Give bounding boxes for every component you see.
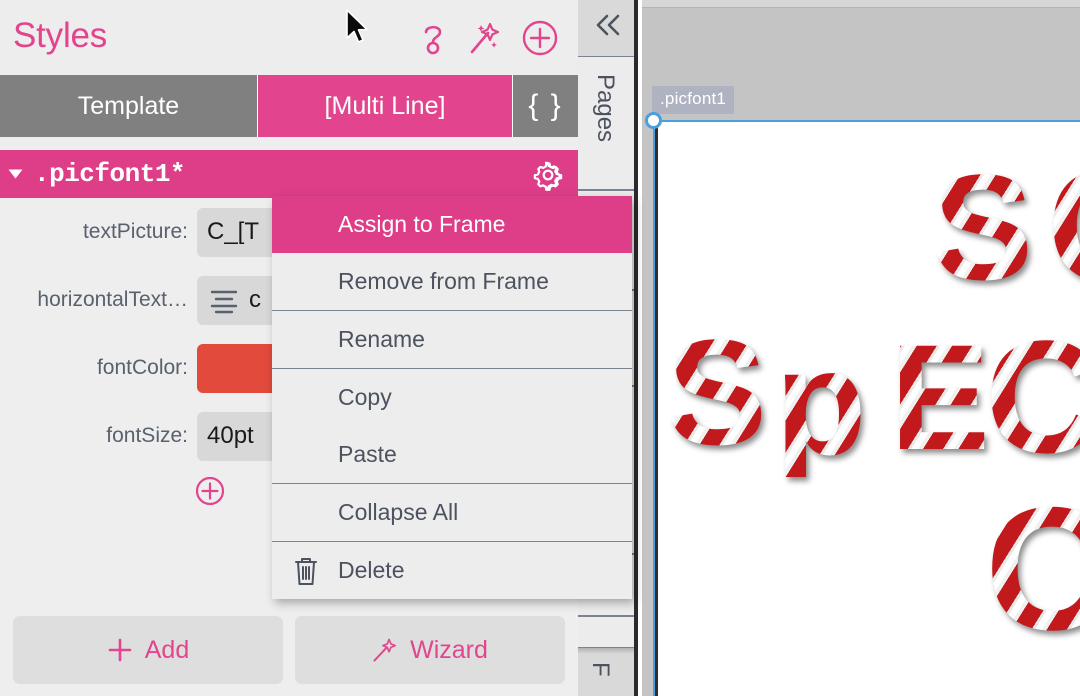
menu-item-delete-label: Delete: [338, 557, 405, 583]
menu-item-copy[interactable]: Copy: [272, 369, 632, 426]
gear-icon[interactable]: [532, 159, 564, 196]
candy-letter: S: [667, 308, 768, 476]
selection-handle[interactable]: [645, 112, 662, 129]
magic-wand-icon[interactable]: [469, 21, 501, 60]
property-label: fontColor:: [96, 356, 188, 379]
context-menu: Assign to Frame Remove from Frame Rename…: [272, 196, 632, 599]
page-title: Styles: [13, 16, 108, 55]
candy-letter: C: [985, 482, 1080, 657]
add-circle-icon[interactable]: [522, 20, 558, 61]
page-sheet[interactable]: SCSpECC: [653, 120, 1080, 696]
disclosure-triangle-icon[interactable]: [8, 169, 23, 179]
add-property-circle-icon[interactable]: [195, 476, 225, 511]
header-icon-group: [418, 20, 558, 61]
property-label: textPicture:: [82, 220, 188, 243]
align-justify-icon: [210, 290, 238, 314]
trash-icon: [295, 557, 317, 585]
candy-letter: p: [775, 318, 867, 486]
menu-item-rename[interactable]: Rename: [272, 311, 632, 368]
rail-tab-frames-label: F: [587, 662, 614, 677]
rail-tab-frames[interactable]: F: [578, 654, 636, 696]
horizontaltext-value: c: [249, 286, 261, 313]
chevron-double-left-icon[interactable]: [592, 12, 624, 43]
panel-header: Styles: [0, 0, 578, 74]
rail-tab-pages-label: Pages: [592, 74, 619, 143]
candy-letter: C: [1047, 146, 1080, 306]
tab-template[interactable]: Template: [0, 75, 257, 137]
tab-code-braces[interactable]: { }: [513, 75, 578, 137]
plus-icon: [108, 638, 132, 662]
menu-item-remove-from-frame[interactable]: Remove from Frame: [272, 253, 632, 310]
help-icon[interactable]: [418, 21, 448, 60]
menu-item-paste[interactable]: Paste: [272, 426, 632, 483]
rail-tab-6[interactable]: [578, 616, 636, 648]
panel-bottom-bar: Add Wizard: [0, 616, 578, 684]
add-button-label: Add: [144, 635, 190, 664]
canvas-area[interactable]: .picfont1 SCSpECC: [642, 0, 1080, 696]
menu-item-collapse-all[interactable]: Collapse All: [272, 484, 632, 541]
candy-letter: S: [933, 143, 1034, 311]
tab-multi-line[interactable]: [Multi Line]: [257, 75, 513, 137]
wizard-button-label: Wizard: [410, 635, 488, 664]
page-left-edge: [655, 122, 658, 696]
style-group-header[interactable]: .picfont1*: [0, 150, 578, 198]
canvas-top-strip: [642, 0, 1080, 8]
style-group-name: .picfont1*: [34, 159, 186, 189]
app-window: Styles Template [Multi Line] {} .picfon…: [0, 0, 1080, 696]
property-label: horizontalText…: [37, 288, 188, 311]
candy-letter: C: [985, 317, 1080, 477]
style-tabbar: Template [Multi Line] { }: [0, 75, 578, 137]
add-button[interactable]: Add: [13, 616, 283, 684]
menu-item-assign-to-frame[interactable]: Assign to Frame: [272, 196, 632, 253]
frame-badge: .picfont1: [652, 86, 735, 114]
magic-wand-icon: [373, 638, 397, 662]
wizard-button[interactable]: Wizard: [295, 616, 565, 684]
menu-item-delete[interactable]: Delete: [272, 542, 632, 599]
rail-divider: [634, 0, 638, 696]
candy-letter: E: [890, 313, 991, 481]
rail-tab-pages[interactable]: Pages: [578, 56, 636, 190]
property-label: fontSize:: [106, 424, 188, 447]
